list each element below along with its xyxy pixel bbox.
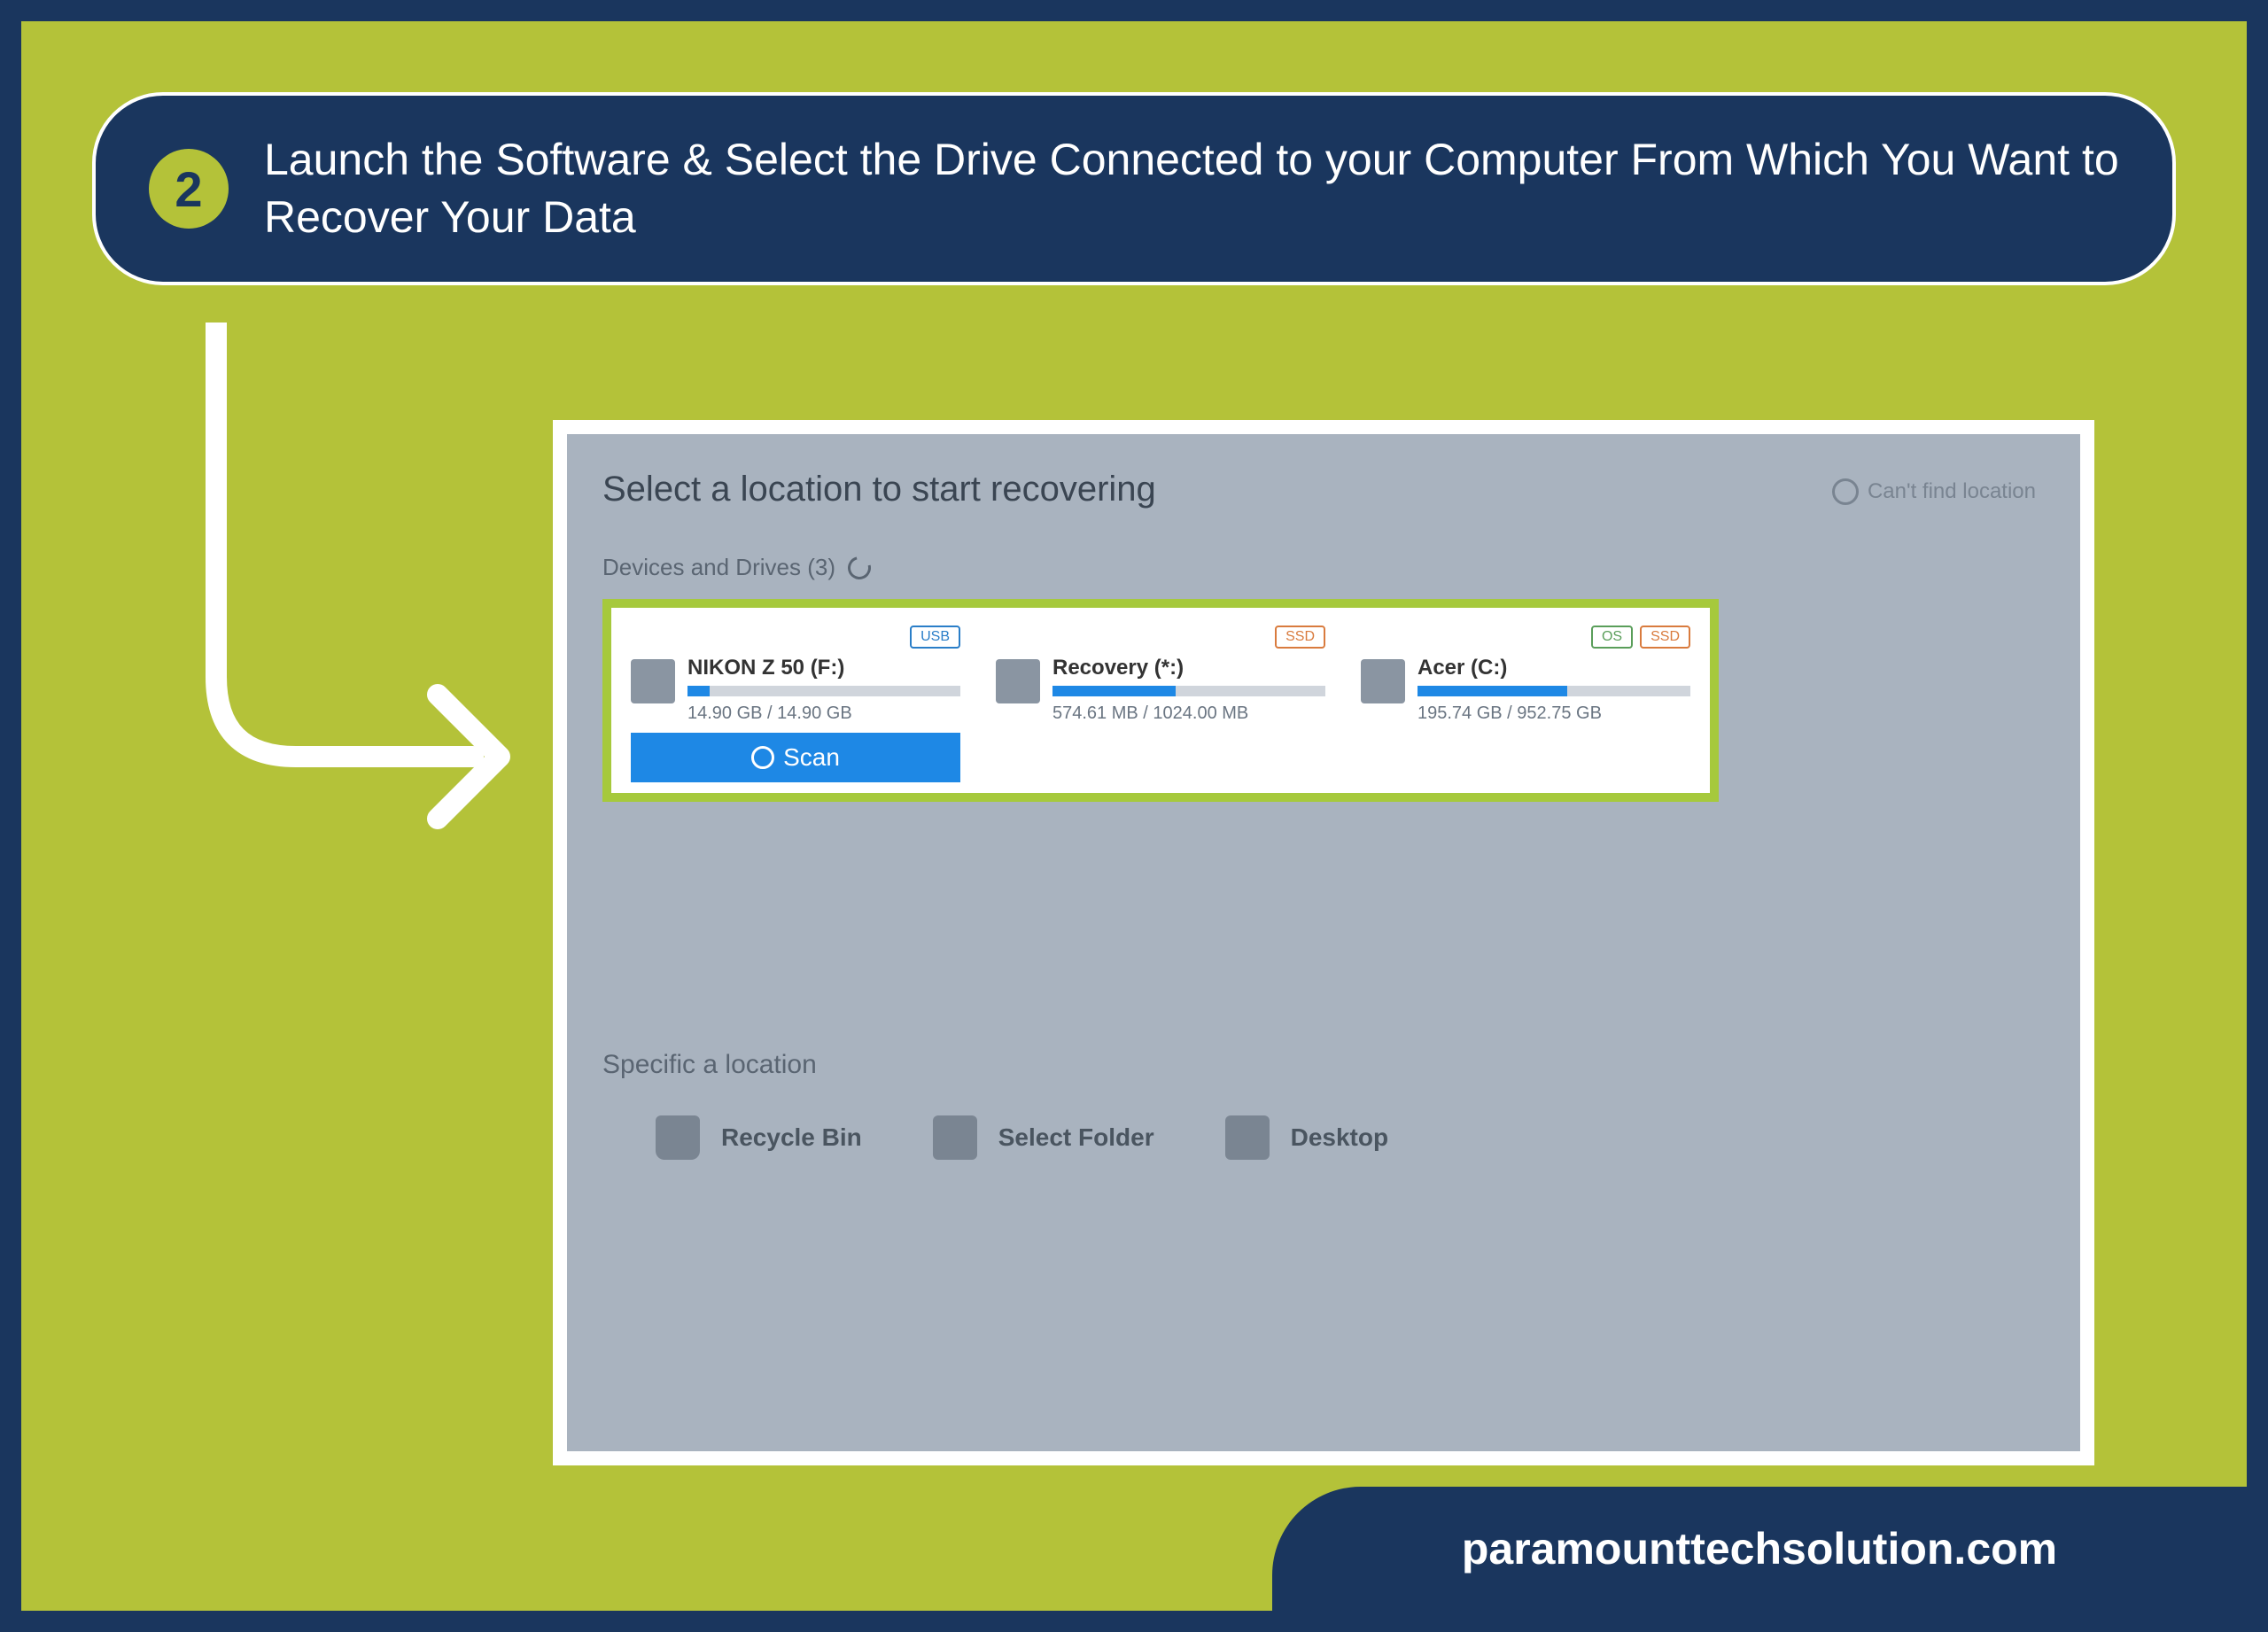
specific-location-section: Specific a location Recycle Bin Select F… [602,1050,2045,1160]
app-window: Select a location to start recovering Ca… [567,434,2080,1451]
drive-size: 14.90 GB / 14.90 GB [687,703,960,724]
location-desktop[interactable]: Desktop [1225,1115,1388,1160]
drive-tag-ssd: SSD [1640,626,1690,649]
drive-name: Recovery (*:) [1052,656,1325,680]
step-banner: 2 Launch the Software & Select the Drive… [92,92,2176,285]
location-recycle-bin[interactable]: Recycle Bin [656,1115,862,1160]
drive-card-acer[interactable]: OS SSD Acer (C:) 195.74 GB / 952.75 GB [1352,618,1699,782]
drive-name: NIKON Z 50 (F:) [687,656,960,680]
scan-button[interactable]: Scan [631,733,960,782]
drive-icon [1361,659,1405,703]
drive-icon [996,659,1040,703]
arrow-illustration [190,323,526,876]
drive-tag-os: OS [1591,626,1633,649]
location-select-folder[interactable]: Select Folder [933,1115,1154,1160]
trash-icon [656,1115,700,1160]
monitor-icon [1225,1115,1270,1160]
drive-icon [631,659,675,703]
refresh-icon[interactable] [843,552,875,584]
drive-name: Acer (C:) [1418,656,1690,680]
drive-tag-ssd: SSD [1275,626,1325,649]
drive-tag-usb: USB [910,626,960,649]
page-title: Select a location to start recovering [602,470,2045,509]
devices-section-label: Devices and Drives (3) [602,554,2045,581]
screenshot-frame: Select a location to start recovering Ca… [553,420,2094,1465]
drive-size: 195.74 GB / 952.75 GB [1418,703,1690,724]
cant-find-location-link[interactable]: Can't find location [1832,478,2036,505]
folder-icon [933,1115,977,1160]
drive-card-recovery[interactable]: SSD Recovery (*:) 574.61 MB / 1024.00 MB [987,618,1334,782]
step-number-badge: 2 [149,149,229,229]
step-instruction-text: Launch the Software & Select the Drive C… [264,131,2119,246]
footer-url: paramounttechsolution.com [1462,1523,2057,1574]
footer-band: paramounttechsolution.com [1272,1487,2247,1611]
drive-size: 574.61 MB / 1024.00 MB [1052,703,1325,724]
drive-card-nikon[interactable]: USB NIKON Z 50 (F:) 14.90 GB / 14.90 GB … [622,618,969,782]
specific-section-label: Specific a location [602,1050,2045,1080]
drives-container: USB NIKON Z 50 (F:) 14.90 GB / 14.90 GB … [602,599,1719,802]
